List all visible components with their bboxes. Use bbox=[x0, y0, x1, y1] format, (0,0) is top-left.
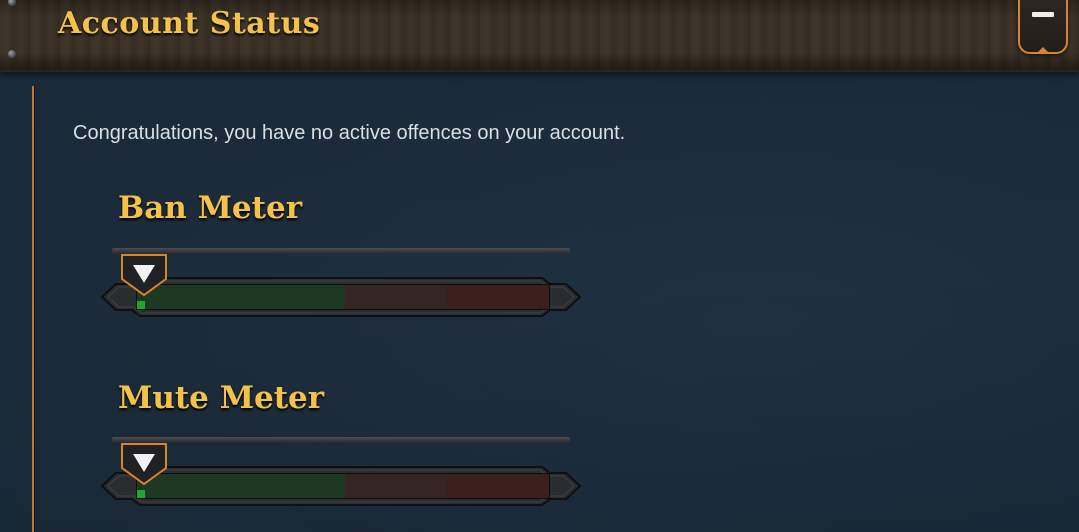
side-divider bbox=[32, 86, 34, 532]
meter-fill bbox=[137, 490, 145, 498]
meter-pointer-icon bbox=[120, 442, 168, 486]
status-message: Congratulations, you have no active offe… bbox=[73, 122, 626, 144]
meter-top-line bbox=[112, 437, 570, 443]
meter-zone-low bbox=[137, 474, 345, 498]
rivet-icon bbox=[8, 50, 16, 58]
ban-meter bbox=[100, 248, 582, 328]
meter-pointer-icon bbox=[120, 253, 168, 297]
meter-bar bbox=[136, 284, 550, 310]
section-title: Account Status bbox=[58, 6, 321, 41]
rivet-icon bbox=[8, 0, 16, 6]
meter-zone-high bbox=[447, 285, 549, 309]
meter-top-line bbox=[112, 248, 570, 254]
meter-zone-high bbox=[447, 474, 549, 498]
meter-zone-mid bbox=[345, 285, 447, 309]
minus-icon bbox=[1032, 12, 1054, 17]
mute-meter bbox=[100, 437, 582, 517]
collapse-button[interactable] bbox=[1018, 0, 1068, 54]
section-header: Account Status bbox=[0, 0, 1079, 72]
meter-fill bbox=[137, 301, 145, 309]
meter-bar bbox=[136, 473, 550, 499]
meter-zone-low bbox=[137, 285, 345, 309]
notch-icon bbox=[1036, 47, 1050, 54]
ban-meter-title: Ban Meter bbox=[118, 190, 303, 226]
meter-zone-mid bbox=[345, 474, 447, 498]
mute-meter-title: Mute Meter bbox=[118, 380, 325, 416]
